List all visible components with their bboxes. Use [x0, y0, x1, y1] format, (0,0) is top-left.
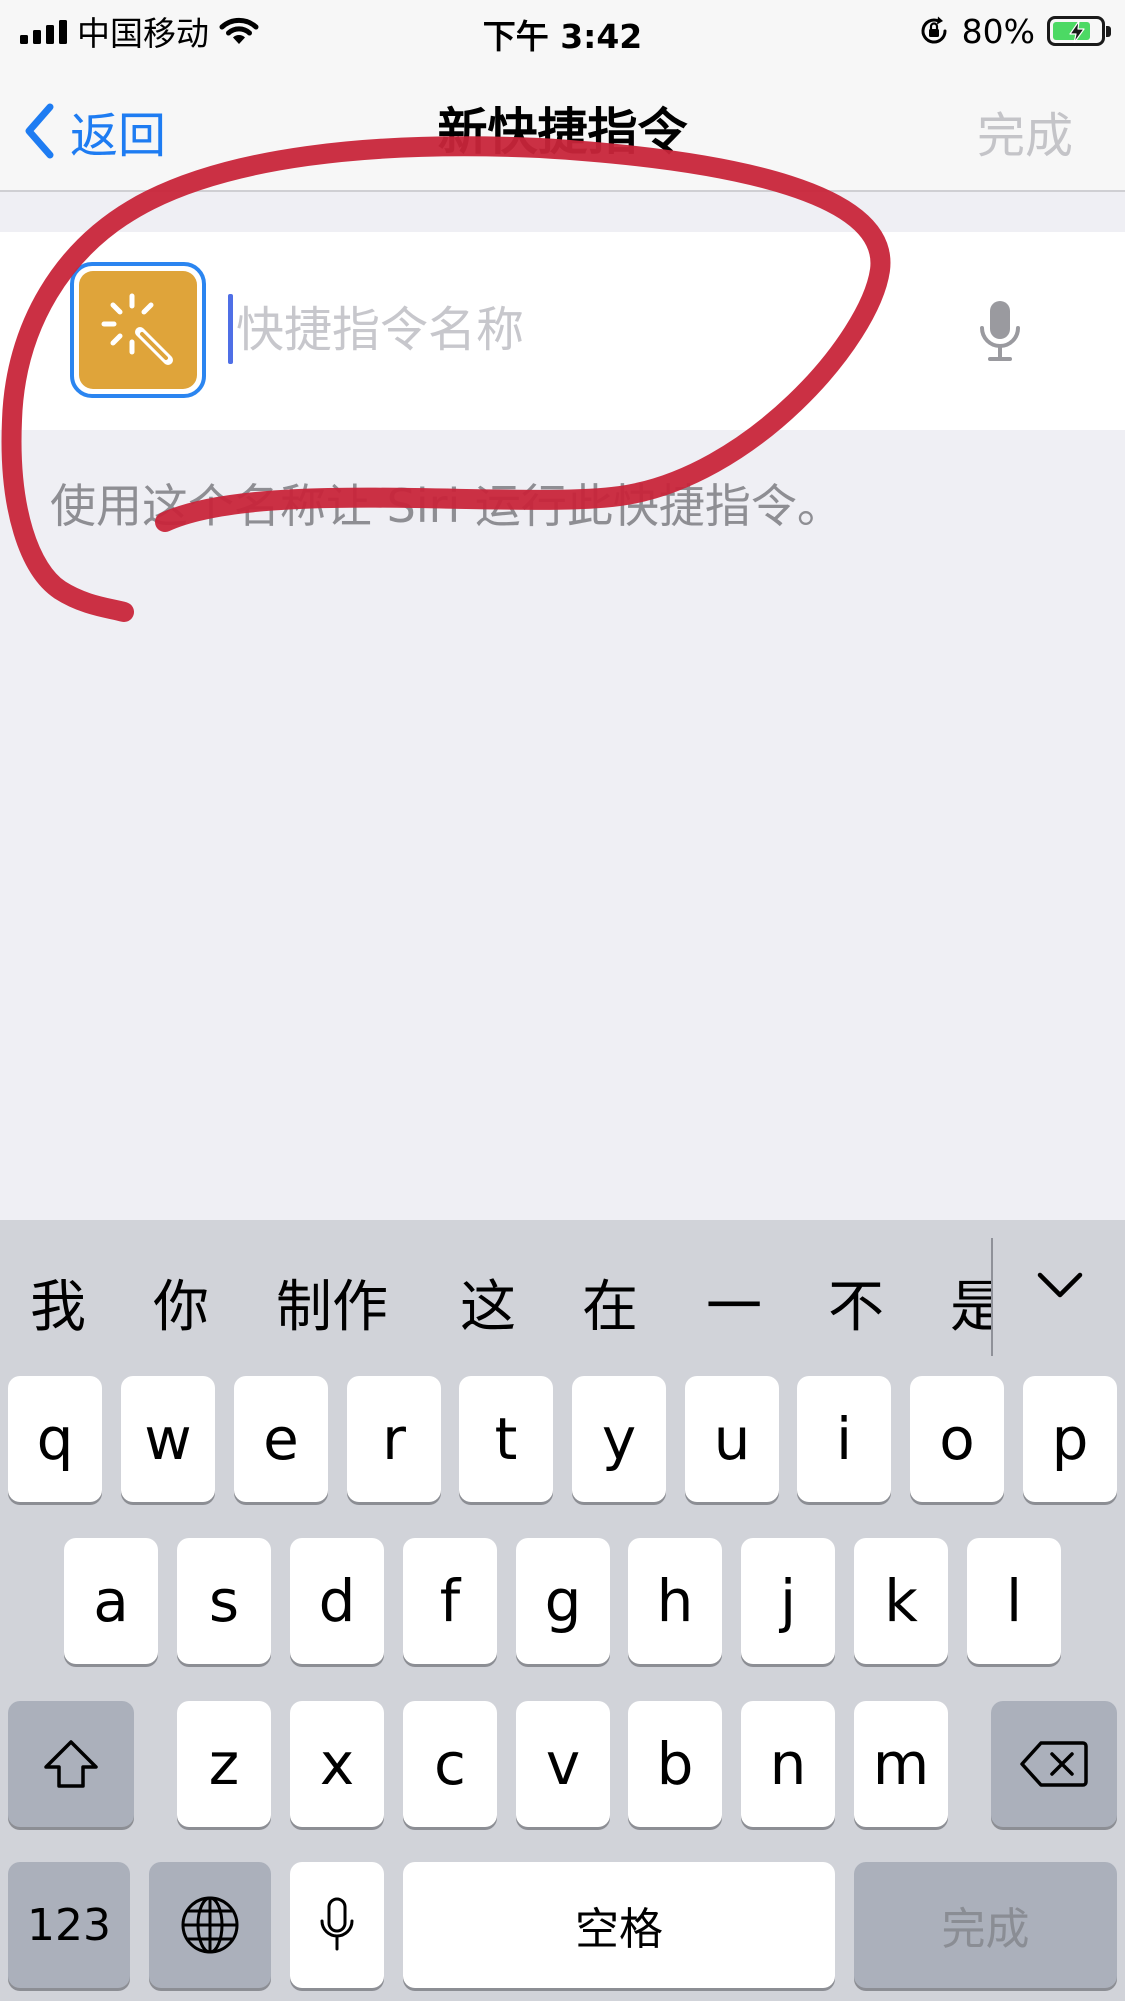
key-e[interactable]: e — [234, 1376, 328, 1502]
candidate-word[interactable]: 在 — [582, 1262, 638, 1343]
key-u[interactable]: u — [685, 1376, 779, 1502]
key-q[interactable]: q — [8, 1376, 102, 1502]
shortcut-name-input[interactable] — [236, 290, 916, 370]
status-bar: 中国移动 下午 3:42 80% — [0, 0, 1125, 62]
key-c[interactable]: c — [403, 1701, 497, 1827]
key-x[interactable]: x — [290, 1701, 384, 1827]
battery-charging-icon — [1047, 16, 1111, 46]
key-m[interactable]: m — [854, 1701, 948, 1827]
key-o[interactable]: o — [910, 1376, 1004, 1502]
candidate-word[interactable]: 这 — [460, 1262, 516, 1343]
key-l[interactable]: l — [967, 1538, 1061, 1664]
expand-candidates-button[interactable] — [1036, 1270, 1084, 1304]
space-key-label: 空格 — [575, 1904, 663, 1955]
candidate-clipped: 是 — [950, 1262, 992, 1342]
shift-icon — [44, 1740, 98, 1788]
key-i[interactable]: i — [797, 1376, 891, 1502]
key-z[interactable]: z — [177, 1701, 271, 1827]
key-h[interactable]: h — [628, 1538, 722, 1664]
backspace-icon — [1020, 1741, 1088, 1787]
status-right: 80% — [918, 10, 1111, 52]
candidate-word[interactable]: 是 — [950, 1262, 992, 1342]
shortcut-name-row — [0, 232, 1125, 430]
microphone-icon — [320, 1897, 354, 1951]
candidate-word[interactable]: 一 — [706, 1262, 762, 1343]
key-a[interactable]: a — [64, 1538, 158, 1664]
key-t[interactable]: t — [459, 1376, 553, 1502]
chevron-down-icon — [1037, 1272, 1083, 1298]
key-y[interactable]: y — [572, 1376, 666, 1502]
key-b[interactable]: b — [628, 1701, 722, 1827]
key-v[interactable]: v — [516, 1701, 610, 1827]
key-k[interactable]: k — [854, 1538, 948, 1664]
microphone-icon — [980, 301, 1020, 361]
delete-key[interactable] — [991, 1701, 1117, 1827]
done-button[interactable]: 完成 — [977, 96, 1073, 166]
key-g[interactable]: g — [516, 1538, 610, 1664]
globe-key[interactable] — [149, 1862, 271, 1988]
key-d[interactable]: d — [290, 1538, 384, 1664]
candidate-word[interactable]: 你 — [153, 1262, 209, 1343]
numbers-key-label: 123 — [27, 1899, 111, 1951]
keyboard: 我 你 制作 这 在 一 不 是 q w e r t y u i o p a s… — [0, 1220, 1125, 2001]
key-f[interactable]: f — [403, 1538, 497, 1664]
key-p[interactable]: p — [1023, 1376, 1117, 1502]
return-key-label: 完成 — [941, 1904, 1030, 1955]
candidate-word[interactable]: 我 — [30, 1262, 86, 1343]
text-cursor — [228, 294, 233, 364]
orientation-lock-icon — [921, 16, 947, 44]
page-title: 新快捷指令 — [437, 103, 688, 161]
dictation-key[interactable] — [290, 1862, 384, 1988]
key-r[interactable]: r — [347, 1376, 441, 1502]
space-key[interactable]: 空格 — [403, 1862, 835, 1988]
name-hint-text: 使用这个名称让 Siri 运行此快捷指令。 — [50, 479, 843, 533]
key-w[interactable]: w — [121, 1376, 215, 1502]
navigation-bar: 返回 新快捷指令 完成 — [0, 62, 1125, 192]
candidate-word[interactable]: 不 — [828, 1262, 884, 1343]
globe-icon — [181, 1896, 239, 1954]
shift-key[interactable] — [8, 1701, 134, 1827]
shortcut-icon-button[interactable] — [70, 262, 206, 398]
key-j[interactable]: j — [741, 1538, 835, 1664]
magic-wand-icon — [79, 271, 197, 389]
numbers-key[interactable]: 123 — [8, 1862, 130, 1988]
return-key[interactable]: 完成 — [854, 1862, 1117, 1988]
candidate-bar: 我 你 制作 这 在 一 不 是 — [0, 1220, 1125, 1370]
dictation-button[interactable] — [975, 298, 1025, 368]
key-s[interactable]: s — [177, 1538, 271, 1664]
key-n[interactable]: n — [741, 1701, 835, 1827]
candidate-divider — [991, 1238, 993, 1356]
battery-percentage: 80% — [961, 11, 1035, 51]
candidate-word[interactable]: 制作 — [276, 1262, 388, 1343]
